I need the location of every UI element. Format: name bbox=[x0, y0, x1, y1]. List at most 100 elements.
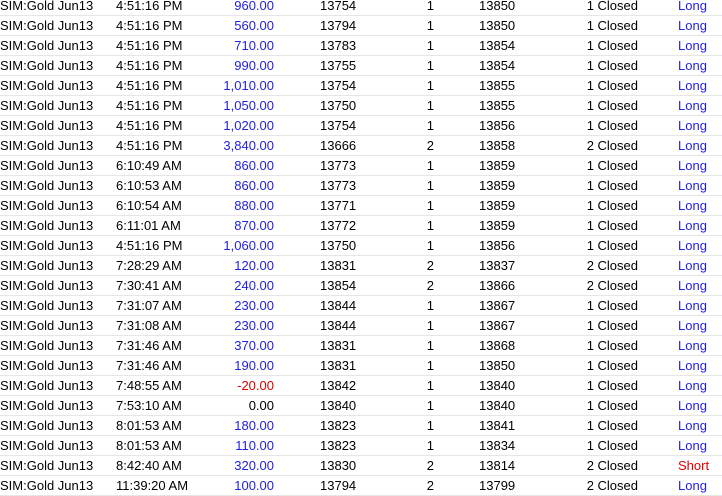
time-cell: 4:51:16 PM bbox=[116, 118, 183, 133]
profit-cell: -20.00 bbox=[237, 378, 274, 393]
profit-cell: 320.00 bbox=[234, 458, 274, 473]
time-cell: 7:48:55 AM bbox=[116, 378, 182, 393]
quantity-cell: 2 bbox=[426, 258, 434, 273]
exit-price-cell: 13859 bbox=[479, 158, 516, 173]
market-position-cell: Long bbox=[678, 178, 707, 193]
market-position-cell: Long bbox=[678, 118, 707, 133]
quantity-cell: 1 bbox=[426, 358, 434, 373]
profit-cell: 3,840.00 bbox=[223, 138, 274, 153]
quantity-cell: 1 bbox=[426, 98, 434, 113]
market-position-cell: Long bbox=[678, 218, 707, 233]
profit-cell: 370.00 bbox=[234, 338, 274, 353]
instrument-cell: SIM:Gold Jun13 bbox=[0, 398, 94, 413]
time-cell: 7:31:46 AM bbox=[116, 338, 182, 353]
entry-price-cell: 13754 bbox=[320, 78, 357, 93]
trades-grid: SIM:Gold Jun13 4:51:16 PM 960.00 13754 1 1385… bbox=[0, 0, 722, 496]
profit-cell: 230.00 bbox=[234, 318, 274, 333]
closed-status-cell: 2 Closed bbox=[586, 258, 638, 273]
exit-price-cell: 13856 bbox=[479, 238, 516, 253]
table-row[interactable]: SIM:Gold Jun13 7:31:46 AM 370.00 13831 1 1386… bbox=[0, 336, 722, 356]
table-row[interactable]: SIM:Gold Jun13 6:10:49 AM 860.00 13773 1 1385… bbox=[0, 156, 722, 176]
table-row[interactable]: SIM:Gold Jun13 7:48:55 AM -20.00 13842 1 1384… bbox=[0, 376, 722, 396]
instrument-cell: SIM:Gold Jun13 bbox=[0, 218, 94, 233]
profit-cell: 960.00 bbox=[234, 0, 274, 13]
table-row[interactable]: SIM:Gold Jun13 11:39:20 AM 100.00 13794 2 137… bbox=[0, 476, 722, 496]
time-cell: 7:31:46 AM bbox=[116, 358, 182, 373]
profit-cell: 990.00 bbox=[234, 58, 274, 73]
table-row[interactable]: SIM:Gold Jun13 4:51:16 PM 1,050.00 13750 1 13… bbox=[0, 96, 722, 116]
entry-price-cell: 13844 bbox=[320, 298, 357, 313]
market-position-cell: Long bbox=[678, 0, 707, 13]
closed-status-cell: 1 Closed bbox=[586, 78, 638, 93]
closed-status-cell: 2 Closed bbox=[586, 478, 638, 493]
market-position-cell: Long bbox=[678, 278, 707, 293]
market-position-cell: Short bbox=[678, 458, 710, 473]
closed-status-cell: 1 Closed bbox=[586, 58, 638, 73]
table-row[interactable]: SIM:Gold Jun13 4:51:16 PM 960.00 13754 1 1385… bbox=[0, 0, 722, 16]
closed-status-cell: 1 Closed bbox=[586, 118, 638, 133]
entry-price-cell: 13794 bbox=[320, 18, 357, 33]
exit-price-cell: 13799 bbox=[479, 478, 516, 493]
quantity-cell: 2 bbox=[426, 138, 434, 153]
entry-price-cell: 13831 bbox=[320, 358, 357, 373]
instrument-cell: SIM:Gold Jun13 bbox=[0, 378, 94, 393]
closed-status-cell: 1 Closed bbox=[586, 398, 638, 413]
instrument-cell: SIM:Gold Jun13 bbox=[0, 18, 94, 33]
exit-price-cell: 13834 bbox=[479, 438, 516, 453]
time-cell: 6:11:01 AM bbox=[116, 218, 181, 233]
table-row[interactable]: SIM:Gold Jun13 8:42:40 AM 320.00 13830 2 1381… bbox=[0, 456, 722, 476]
table-row[interactable]: SIM:Gold Jun13 7:31:46 AM 190.00 13831 1 1385… bbox=[0, 356, 722, 376]
quantity-cell: 1 bbox=[426, 158, 434, 173]
market-position-cell: Long bbox=[678, 38, 707, 53]
entry-price-cell: 13666 bbox=[320, 138, 357, 153]
exit-price-cell: 13837 bbox=[479, 258, 516, 273]
entry-price-cell: 13842 bbox=[320, 378, 357, 393]
table-row[interactable]: SIM:Gold Jun13 6:11:01 AM 870.00 13772 1 1385… bbox=[0, 216, 722, 236]
instrument-cell: SIM:Gold Jun13 bbox=[0, 238, 94, 253]
table-row[interactable]: SIM:Gold Jun13 7:31:07 AM 230.00 13844 1 1386… bbox=[0, 296, 722, 316]
market-position-cell: Long bbox=[678, 298, 707, 313]
table-row[interactable]: SIM:Gold Jun13 4:51:16 PM 1,010.00 13754 1 13… bbox=[0, 76, 722, 96]
profit-cell: 190.00 bbox=[234, 358, 274, 373]
entry-price-cell: 13772 bbox=[320, 218, 357, 233]
quantity-cell: 1 bbox=[426, 78, 434, 93]
table-row[interactable]: SIM:Gold Jun13 4:51:16 PM 560.00 13794 1 1385… bbox=[0, 16, 722, 36]
entry-price-cell: 13754 bbox=[320, 118, 357, 133]
table-row[interactable]: SIM:Gold Jun13 4:51:16 PM 1,060.00 13750 1 13… bbox=[0, 236, 722, 256]
profit-cell: 560.00 bbox=[234, 18, 274, 33]
exit-price-cell: 13850 bbox=[479, 358, 516, 373]
quantity-cell: 1 bbox=[426, 378, 434, 393]
profit-cell: 870.00 bbox=[234, 218, 274, 233]
table-row[interactable]: SIM:Gold Jun13 4:51:16 PM 990.00 13755 1 1385… bbox=[0, 56, 722, 76]
table-row[interactable]: SIM:Gold Jun13 4:51:16 PM 710.00 13783 1 1385… bbox=[0, 36, 722, 56]
instrument-cell: SIM:Gold Jun13 bbox=[0, 278, 94, 293]
market-position-cell: Long bbox=[678, 198, 707, 213]
profit-cell: 1,050.00 bbox=[223, 98, 274, 113]
closed-status-cell: 1 Closed bbox=[586, 158, 638, 173]
profit-cell: 880.00 bbox=[234, 198, 274, 213]
table-row[interactable]: SIM:Gold Jun13 4:51:16 PM 3,840.00 13666 2 13… bbox=[0, 136, 722, 156]
closed-status-cell: 1 Closed bbox=[586, 0, 638, 13]
closed-status-cell: 1 Closed bbox=[586, 98, 638, 113]
entry-price-cell: 13854 bbox=[320, 278, 357, 293]
table-row[interactable]: SIM:Gold Jun13 6:10:54 AM 880.00 13771 1 1385… bbox=[0, 196, 722, 216]
table-row[interactable]: SIM:Gold Jun13 7:31:08 AM 230.00 13844 1 1386… bbox=[0, 316, 722, 336]
table-row[interactable]: SIM:Gold Jun13 8:01:53 AM 110.00 13823 1 1383… bbox=[0, 436, 722, 456]
table-row[interactable]: SIM:Gold Jun13 6:10:53 AM 860.00 13773 1 1385… bbox=[0, 176, 722, 196]
instrument-cell: SIM:Gold Jun13 bbox=[0, 258, 94, 273]
market-position-cell: Long bbox=[678, 358, 707, 373]
time-cell: 4:51:16 PM bbox=[116, 98, 183, 113]
table-row[interactable]: SIM:Gold Jun13 7:53:10 AM 0.00 13840 1 13840 1… bbox=[0, 396, 722, 416]
table-row[interactable]: SIM:Gold Jun13 7:28:29 AM 120.00 13831 2 1383… bbox=[0, 256, 722, 276]
table-row[interactable]: SIM:Gold Jun13 8:01:53 AM 180.00 13823 1 1384… bbox=[0, 416, 722, 436]
quantity-cell: 2 bbox=[426, 278, 434, 293]
table-row[interactable]: SIM:Gold Jun13 4:51:16 PM 1,020.00 13754 1 13… bbox=[0, 116, 722, 136]
closed-status-cell: 1 Closed bbox=[586, 298, 638, 313]
entry-price-cell: 13823 bbox=[320, 418, 357, 433]
market-position-cell: Long bbox=[678, 58, 707, 73]
quantity-cell: 1 bbox=[426, 238, 434, 253]
profit-cell: 1,020.00 bbox=[223, 118, 274, 133]
exit-price-cell: 13858 bbox=[479, 138, 516, 153]
closed-status-cell: 1 Closed bbox=[586, 38, 638, 53]
table-row[interactable]: SIM:Gold Jun13 7:30:41 AM 240.00 13854 2 1386… bbox=[0, 276, 722, 296]
